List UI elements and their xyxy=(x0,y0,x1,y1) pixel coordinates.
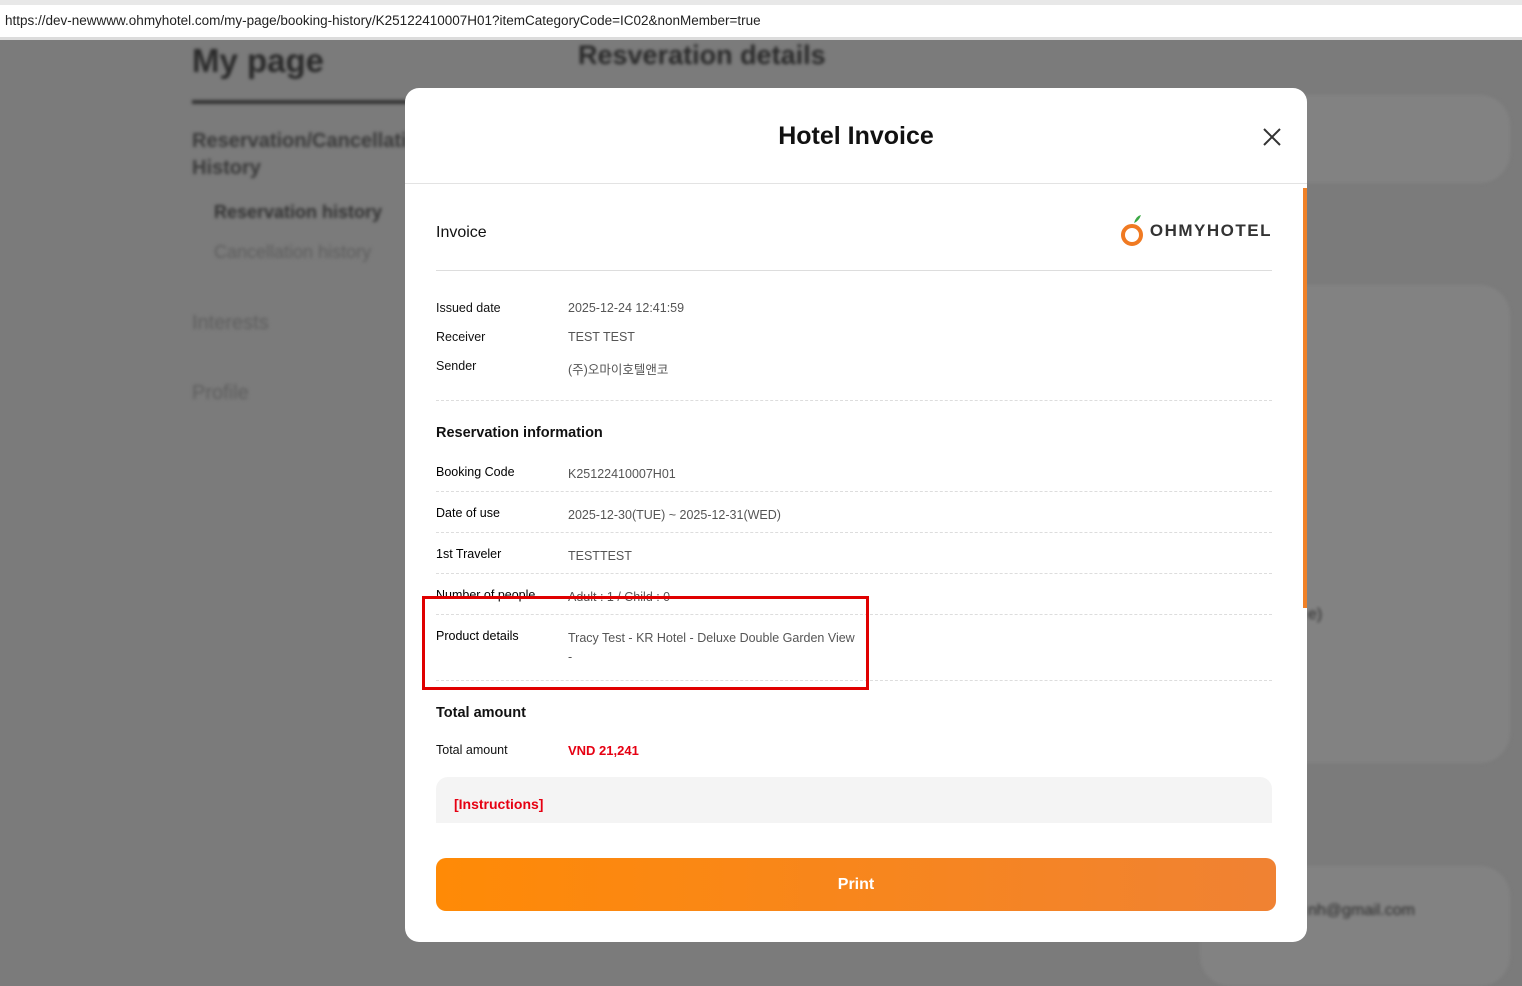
modal-header: Hotel Invoice xyxy=(405,88,1307,184)
orange-logo-icon xyxy=(1120,215,1143,246)
nav-profile[interactable]: Profile xyxy=(192,382,249,405)
bg-partial-text: e) xyxy=(1308,606,1323,623)
label: Receiver xyxy=(436,330,486,344)
title-underline xyxy=(192,100,412,104)
nav-reservation-history[interactable]: Reservation history xyxy=(214,202,382,223)
issued-date-row: Issued date 2025-12-24 12:41:59 xyxy=(436,301,1272,330)
value: 2025-12-30(TUE) ~ 2025-12-31(WED) xyxy=(568,508,781,522)
nav-group[interactable]: Reservation/Cancellation History xyxy=(192,128,407,182)
nav-cancellation-history[interactable]: Cancellation history xyxy=(214,242,371,263)
invoice-heading: Invoice xyxy=(436,224,487,241)
label: 1st Traveler xyxy=(436,547,502,561)
value: TESTTEST xyxy=(568,549,632,563)
invoice-content: Invoice OHMYHOTEL Issued date 2025-12-24 … xyxy=(436,184,1272,823)
close-icon[interactable] xyxy=(1261,126,1283,148)
sender-row: Sender (주)오마이호텔앤코 xyxy=(436,359,1272,388)
value: 2025-12-24 12:41:59 xyxy=(568,301,685,315)
bg-email: nh@gmail.com xyxy=(1308,902,1415,919)
highlight-box xyxy=(422,596,869,690)
section-title: Resveration details xyxy=(578,40,826,70)
modal-title: Hotel Invoice xyxy=(778,122,934,150)
reservation-heading: Reservation information xyxy=(436,425,603,441)
label: Total amount xyxy=(436,743,508,757)
invoice-modal: Hotel Invoice Invoice OHMYHOTEL Issued d… xyxy=(405,88,1307,942)
ohmyhotel-logo: OHMYHOTEL xyxy=(1120,214,1272,248)
url-text[interactable]: https://dev-newwww.ohmyhotel.com/my-page… xyxy=(5,13,761,28)
total-value: VND 21,241 xyxy=(568,743,639,758)
value: K25122410007H01 xyxy=(568,467,676,481)
nav-interests[interactable]: Interests xyxy=(192,312,269,335)
page-title: My page xyxy=(192,42,325,79)
date-of-use-row: Date of use 2025-12-30(TUE) ~ 2025-12-31(… xyxy=(436,492,1272,533)
value: (주)오마이호텔앤코 xyxy=(568,363,669,377)
booking-code-row: Booking Code K25122410007H01 xyxy=(436,451,1272,492)
label: Booking Code xyxy=(436,465,515,479)
label: Sender xyxy=(436,359,477,373)
total-heading: Total amount xyxy=(436,705,526,721)
scrollbar[interactable] xyxy=(1303,188,1307,608)
address-bar[interactable]: https://dev-newwww.ohmyhotel.com/my-page… xyxy=(0,0,1522,40)
label: Issued date xyxy=(436,301,501,315)
total-row: Total amount VND 21,241 xyxy=(436,743,1272,758)
label: Date of use xyxy=(436,506,500,520)
value: TEST TEST xyxy=(568,330,635,344)
receiver-row: Receiver TEST TEST xyxy=(436,330,1272,359)
instructions-box: [Instructions] xyxy=(436,777,1272,823)
traveler-row: 1st Traveler TESTTEST xyxy=(436,533,1272,574)
print-button[interactable]: Print xyxy=(436,858,1276,911)
